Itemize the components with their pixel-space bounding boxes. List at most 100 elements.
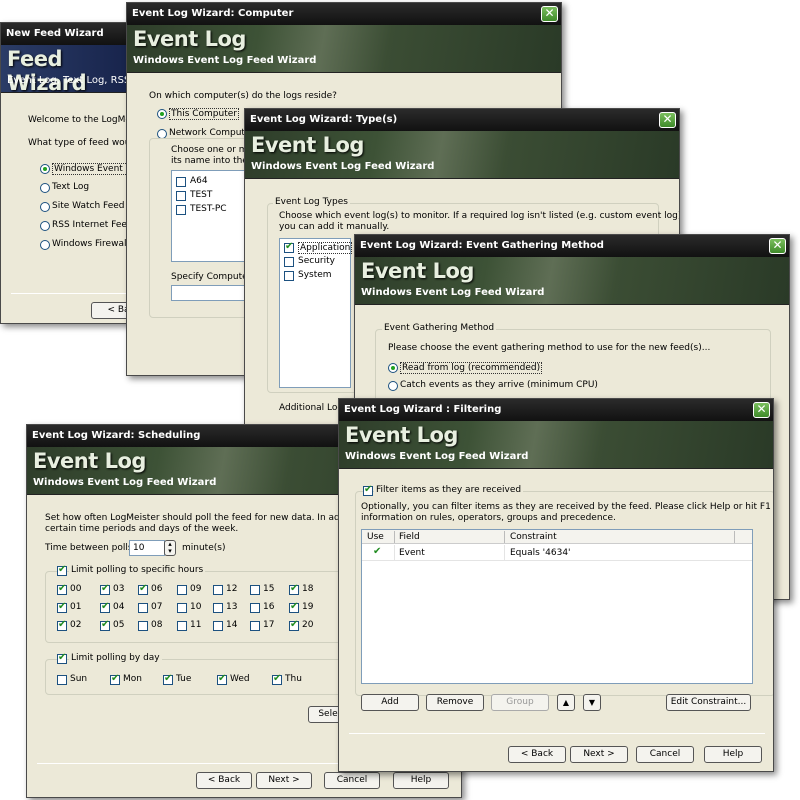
day-checkbox[interactable]	[163, 673, 173, 685]
hour-checkbox[interactable]	[213, 621, 223, 631]
hour-checkbox[interactable]	[289, 619, 299, 631]
move-down-button[interactable]: ▼	[583, 694, 601, 711]
time-between-polls-input[interactable]: 10	[129, 540, 165, 556]
this-computer-label[interactable]: This Computer	[169, 108, 239, 120]
hour-checkbox[interactable]	[289, 583, 299, 595]
day-checkbox[interactable]	[110, 673, 120, 685]
hour-label[interactable]: 00	[70, 584, 81, 594]
log-type-checkbox[interactable]	[284, 241, 294, 253]
hour-checkbox[interactable]	[100, 601, 110, 613]
hour-label[interactable]: 11	[190, 620, 201, 630]
hour-label[interactable]: 19	[302, 602, 313, 612]
hour-label[interactable]: 05	[113, 620, 124, 630]
computer-checkbox[interactable]	[176, 191, 186, 201]
day-label[interactable]: Thu	[285, 674, 302, 684]
hour-checkbox[interactable]	[138, 583, 148, 595]
column-header-field[interactable]: Field	[399, 532, 420, 542]
spin-down-icon[interactable]: ▾	[168, 547, 172, 555]
hour-label[interactable]: 07	[151, 602, 162, 612]
log-type-name[interactable]: System	[298, 270, 332, 280]
group-button[interactable]: Group	[491, 694, 549, 711]
hour-checkbox[interactable]	[250, 585, 260, 595]
log-type-checkbox[interactable]	[284, 257, 294, 267]
hour-label[interactable]: 10	[190, 602, 201, 612]
hour-checkbox[interactable]	[100, 619, 110, 631]
limit-days-label[interactable]: Limit polling by day	[69, 653, 162, 663]
hour-label[interactable]: 20	[302, 620, 313, 630]
close-button[interactable]: ✕	[769, 238, 786, 254]
hour-label[interactable]: 04	[113, 602, 124, 612]
log-types-list[interactable]: Application Security System	[279, 238, 353, 388]
help-button[interactable]: Help	[704, 746, 762, 763]
edit-constraint-button[interactable]: Edit Constraint...	[666, 694, 751, 711]
hour-label[interactable]: 03	[113, 584, 124, 594]
day-checkbox[interactable]	[272, 673, 282, 685]
title-bar[interactable]: Event Log Wizard : Filtering ✕	[339, 399, 773, 421]
feed-type-radio[interactable]	[40, 202, 50, 212]
read-from-log-radio[interactable]	[388, 363, 398, 373]
move-up-button[interactable]: ▲	[557, 694, 575, 711]
hour-checkbox[interactable]	[177, 585, 187, 595]
hour-checkbox[interactable]	[213, 603, 223, 613]
feed-type-radio[interactable]	[40, 183, 50, 193]
hour-checkbox[interactable]	[100, 583, 110, 595]
close-button[interactable]: ✕	[541, 6, 558, 22]
close-button[interactable]: ✕	[753, 402, 770, 418]
hour-checkbox[interactable]	[138, 621, 148, 631]
next-button[interactable]: Next >	[570, 746, 628, 763]
hour-checkbox[interactable]	[57, 583, 67, 595]
hour-checkbox[interactable]	[250, 621, 260, 631]
title-bar[interactable]: Event Log Wizard: Computer ✕	[127, 3, 561, 25]
network-computer-label[interactable]: Network Computer	[169, 128, 254, 138]
hour-label[interactable]: 12	[226, 584, 237, 594]
hour-label[interactable]: 14	[226, 620, 237, 630]
hour-checkbox[interactable]	[57, 601, 67, 613]
table-row[interactable]: Event Equals '4634'	[362, 545, 752, 561]
filter-items-checkbox[interactable]	[363, 484, 373, 496]
limit-hours-label[interactable]: Limit polling to specific hours	[69, 565, 206, 575]
next-button[interactable]: Next >	[256, 772, 312, 789]
hour-checkbox[interactable]	[250, 603, 260, 613]
hour-label[interactable]: 08	[151, 620, 162, 630]
add-button[interactable]: Add	[361, 694, 419, 711]
hour-label[interactable]: 15	[263, 584, 274, 594]
log-type-name[interactable]: Security	[298, 256, 335, 266]
hour-checkbox[interactable]	[177, 603, 187, 613]
log-type-name[interactable]: Application	[298, 242, 353, 254]
day-checkbox[interactable]	[217, 673, 227, 685]
hour-label[interactable]: 17	[263, 620, 274, 630]
hour-checkbox[interactable]	[57, 619, 67, 631]
hour-checkbox[interactable]	[177, 621, 187, 631]
catch-events-label[interactable]: Catch events as they arrive (minimum CPU…	[400, 380, 598, 390]
day-checkbox[interactable]	[57, 675, 67, 685]
read-from-log-label[interactable]: Read from log (recommended)	[400, 362, 543, 374]
catch-events-radio[interactable]	[388, 381, 398, 391]
computer-name[interactable]: TEST	[190, 190, 212, 200]
title-bar[interactable]: Event Log Wizard: Type(s) ✕	[245, 109, 679, 131]
cancel-button[interactable]: Cancel	[636, 746, 694, 763]
close-button[interactable]: ✕	[659, 112, 676, 128]
filter-table[interactable]: Use Field Constraint Event Equals '4634'	[361, 529, 753, 684]
computer-checkbox[interactable]	[176, 177, 186, 187]
log-type-checkbox[interactable]	[284, 271, 294, 281]
feed-type-label[interactable]: RSS Internet Feed	[52, 220, 133, 230]
feed-type-radio[interactable]	[40, 240, 50, 250]
this-computer-radio[interactable]	[157, 109, 167, 119]
computer-name[interactable]: A64	[190, 176, 208, 186]
hour-label[interactable]: 13	[226, 602, 237, 612]
hour-checkbox[interactable]	[289, 601, 299, 613]
hour-label[interactable]: 09	[190, 584, 201, 594]
back-button[interactable]: < Back	[508, 746, 566, 763]
hour-label[interactable]: 18	[302, 584, 313, 594]
day-label[interactable]: Sun	[70, 674, 87, 684]
hour-label[interactable]: 06	[151, 584, 162, 594]
hour-checkbox[interactable]	[213, 585, 223, 595]
feed-type-radio[interactable]	[40, 221, 50, 231]
day-label[interactable]: Wed	[230, 674, 250, 684]
feed-type-label[interactable]: Text Log	[52, 182, 89, 192]
day-label[interactable]: Mon	[123, 674, 142, 684]
computer-checkbox[interactable]	[176, 205, 186, 215]
remove-button[interactable]: Remove	[426, 694, 484, 711]
title-bar[interactable]: Event Log Wizard: Event Gathering Method…	[355, 235, 789, 257]
hour-label[interactable]: 02	[70, 620, 81, 630]
